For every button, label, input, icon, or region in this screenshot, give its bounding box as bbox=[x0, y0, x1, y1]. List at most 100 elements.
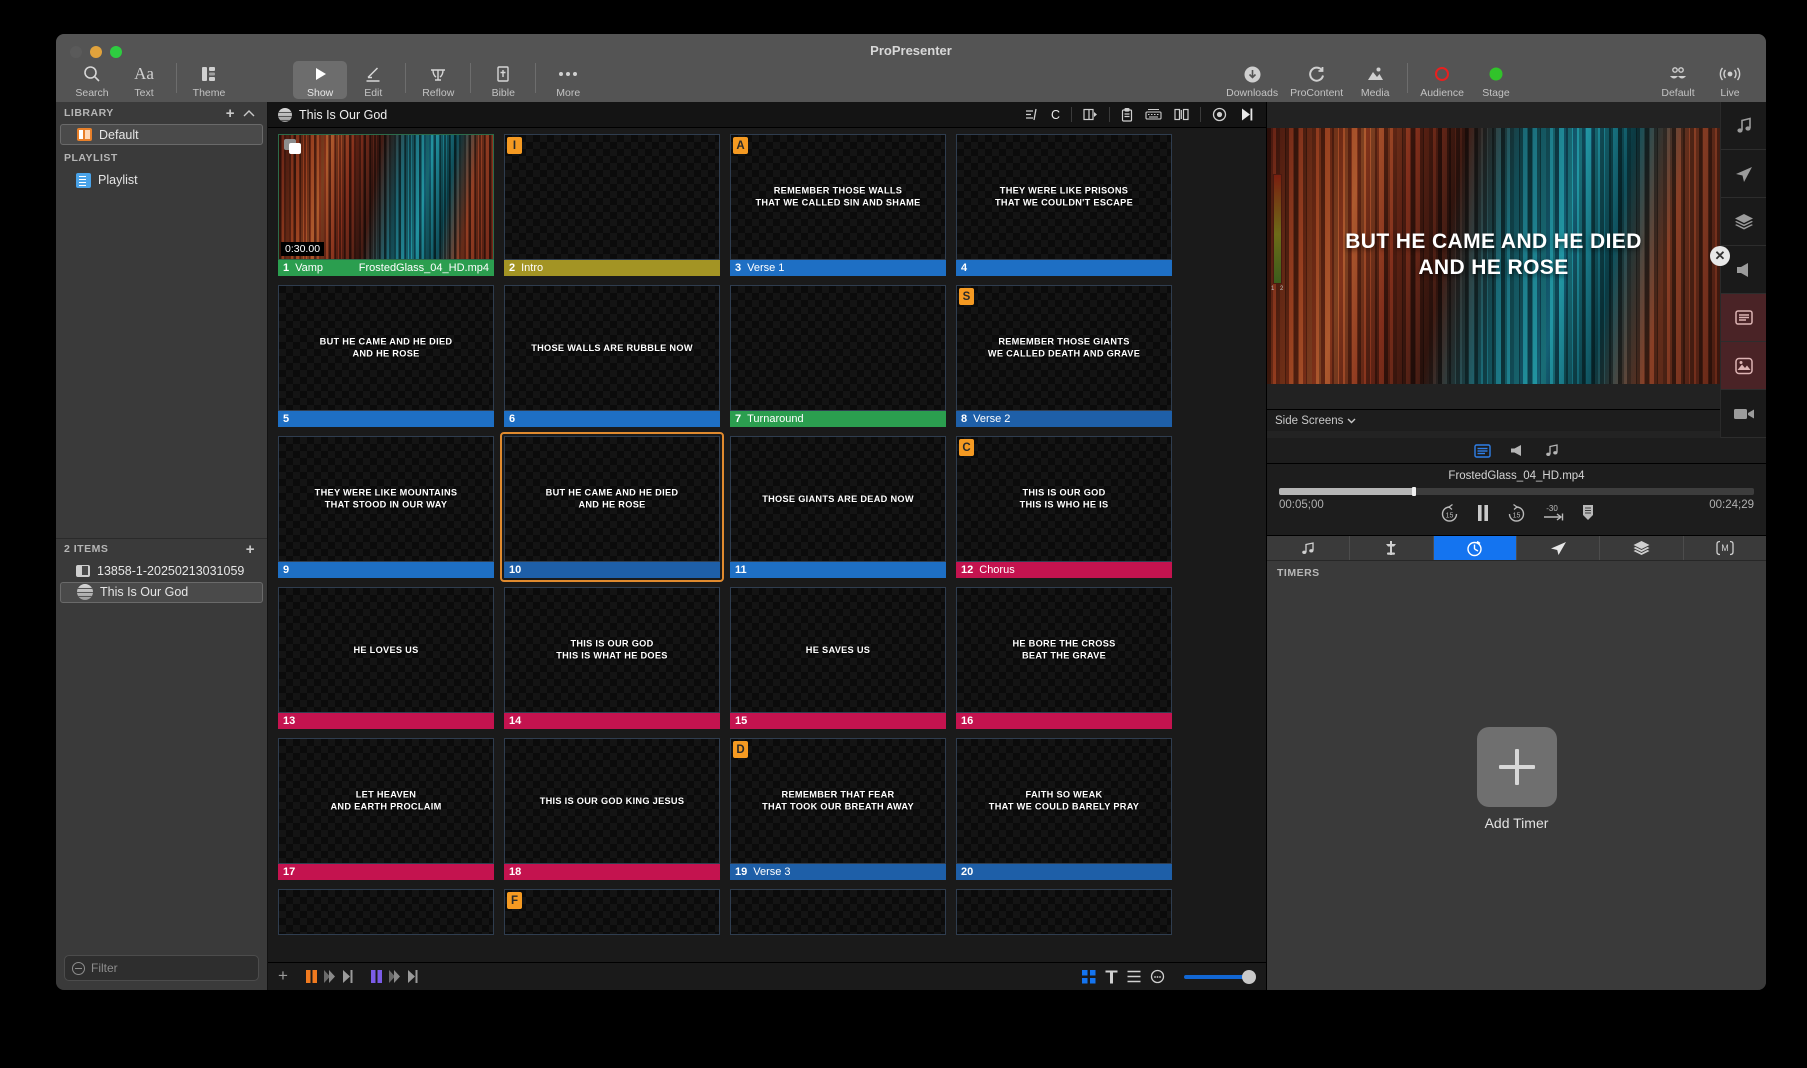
rail-video-button[interactable] bbox=[1721, 390, 1766, 438]
slide-hotkey-badge[interactable]: S bbox=[959, 288, 974, 305]
forward-15-icon[interactable]: 15 bbox=[1506, 503, 1527, 524]
slide-label-bar[interactable]: 19 Verse 3 bbox=[730, 864, 946, 880]
slide-item[interactable]: C THIS IS OUR GOD THIS IS WHO HE IS 12 Choru… bbox=[956, 436, 1172, 578]
slide-item[interactable]: HE BORE THE CROSS BEAT THE GRAVE 16 bbox=[956, 587, 1172, 729]
tab-props[interactable] bbox=[1350, 536, 1434, 560]
compare-icon[interactable] bbox=[1170, 108, 1193, 121]
slide-item[interactable]: THIS IS OUR GOD THIS IS WHAT HE DOES 14 bbox=[504, 587, 720, 729]
slide-item[interactable]: HE SAVES US 15 bbox=[730, 587, 946, 729]
toolbar-search-button[interactable]: Search bbox=[66, 63, 118, 99]
slide-hotkey-badge[interactable]: D bbox=[733, 741, 748, 758]
pause-icon[interactable] bbox=[1475, 504, 1491, 522]
player-playhead[interactable] bbox=[1412, 487, 1416, 496]
add-library-button[interactable]: + bbox=[222, 106, 239, 121]
toolbar-stage-button[interactable]: Stage bbox=[1470, 63, 1522, 99]
purple-loop-icon[interactable] bbox=[387, 969, 402, 984]
toolbar-default-button[interactable]: Default bbox=[1652, 63, 1704, 99]
sidebar-item-default[interactable]: Default bbox=[60, 124, 263, 145]
slide-item[interactable]: FAITH SO WEAK THAT WE COULD BARELY PRAY 20 bbox=[956, 738, 1172, 880]
slide-item[interactable]: 0:30.00 1 Vamp FrostedGlass_04_HD.mp4 bbox=[278, 134, 494, 276]
tab-props-media[interactable] bbox=[1473, 443, 1491, 458]
slide-item[interactable]: 7 Turnaround bbox=[730, 285, 946, 427]
slide-item[interactable] bbox=[278, 889, 494, 935]
toolbar-more-button[interactable]: More bbox=[542, 63, 594, 99]
group-icon[interactable] bbox=[1079, 108, 1102, 121]
toolbar-procontent-button[interactable]: ProContent bbox=[1284, 63, 1349, 99]
slide-item[interactable]: BUT HE CAME AND HE DIED AND HE ROSE 5 bbox=[278, 285, 494, 427]
toolbar-theme-button[interactable]: Theme bbox=[183, 63, 235, 99]
arrangement-label[interactable]: C bbox=[1047, 108, 1064, 122]
slide-label-bar[interactable]: 12 Chorus bbox=[956, 562, 1172, 578]
slide-hotkey-badge[interactable]: C bbox=[959, 439, 974, 456]
purple-pause-icon[interactable] bbox=[369, 969, 384, 984]
rail-media-button[interactable] bbox=[1721, 342, 1766, 390]
rewind-15-icon[interactable]: 15 bbox=[1439, 503, 1460, 524]
slide-item[interactable]: THIS IS OUR GOD KING JESUS 18 bbox=[504, 738, 720, 880]
slide-label-bar[interactable]: 11 bbox=[730, 562, 946, 578]
rail-layers-button[interactable] bbox=[1721, 198, 1766, 246]
tab-layers[interactable] bbox=[1600, 536, 1684, 560]
keyboard-icon[interactable] bbox=[1141, 108, 1166, 121]
zoom-slider[interactable] bbox=[1184, 969, 1256, 984]
live-preview[interactable]: 1 2 BUT HE CAME AND HE DIED AND HE ROSE ✕ bbox=[1267, 102, 1730, 409]
slide-label-bar[interactable]: 18 bbox=[504, 864, 720, 880]
rail-props-button[interactable] bbox=[1721, 294, 1766, 342]
toolbar-show-button[interactable]: Show bbox=[293, 61, 348, 99]
zoom-knob[interactable] bbox=[1242, 969, 1256, 984]
slide-label-bar[interactable]: 16 bbox=[956, 713, 1172, 729]
toolbar-media-button[interactable]: Media bbox=[1349, 63, 1401, 99]
close-icon[interactable]: ✕ bbox=[1710, 245, 1730, 266]
clipboard-icon[interactable] bbox=[1117, 107, 1137, 122]
add-item-button[interactable]: + bbox=[242, 542, 259, 557]
slides-scroll-area[interactable]: 0:30.00 1 Vamp FrostedGlass_04_HD.mp4 I 2 Intr… bbox=[268, 128, 1266, 962]
rail-audio-button[interactable] bbox=[1721, 102, 1766, 150]
slide-item[interactable]: BUT HE CAME AND HE DIED AND HE ROSE 10 bbox=[500, 432, 724, 582]
slide-item[interactable]: F bbox=[504, 889, 720, 935]
orange-pause-icon[interactable] bbox=[304, 969, 319, 984]
tab-announcement-media[interactable] bbox=[1509, 443, 1526, 458]
slide-item[interactable] bbox=[730, 889, 946, 935]
slide-label-bar[interactable]: 3 Verse 1 bbox=[730, 260, 946, 276]
slide-item[interactable]: THOSE WALLS ARE RUBBLE NOW 6 bbox=[504, 285, 720, 427]
slide-item[interactable]: S REMEMBER THOSE GIANTS WE CALLED DEATH AN… bbox=[956, 285, 1172, 427]
slide-label-bar[interactable]: 5 bbox=[278, 411, 494, 427]
slide-label-bar[interactable]: 6 bbox=[504, 411, 720, 427]
purple-next-icon[interactable] bbox=[405, 969, 420, 984]
slide-item[interactable] bbox=[956, 889, 1172, 935]
add-slide-button[interactable]: + bbox=[278, 967, 296, 986]
rail-messages-button[interactable] bbox=[1721, 150, 1766, 198]
toolbar-edit-button[interactable]: Edit bbox=[347, 63, 399, 99]
slide-label-bar[interactable]: 1 Vamp FrostedGlass_04_HD.mp4 bbox=[278, 260, 494, 276]
slide-label-bar[interactable]: 17 bbox=[278, 864, 494, 880]
orange-next-icon[interactable] bbox=[340, 969, 355, 984]
arrangement-icon[interactable] bbox=[1021, 108, 1043, 121]
slide-item[interactable]: THOSE GIANTS ARE DEAD NOW 11 bbox=[730, 436, 946, 578]
slide-item[interactable]: THEY WERE LIKE MOUNTAINS THAT STOOD IN OU… bbox=[278, 436, 494, 578]
text-view-icon[interactable] bbox=[1105, 970, 1118, 984]
grid-view-icon[interactable] bbox=[1082, 969, 1096, 984]
next-icon[interactable] bbox=[1235, 107, 1258, 122]
go-to-minus-30-icon[interactable]: -30 bbox=[1542, 503, 1566, 524]
target-icon[interactable] bbox=[1208, 107, 1231, 122]
slide-item[interactable]: HE LOVES US 13 bbox=[278, 587, 494, 729]
slide-item[interactable]: LET HEAVEN AND EARTH PROCLAIM 17 bbox=[278, 738, 494, 880]
slide-label-bar[interactable]: 7 Turnaround bbox=[730, 411, 946, 427]
slide-label-bar[interactable]: 20 bbox=[956, 864, 1172, 880]
toolbar-reflow-button[interactable]: Reflow bbox=[412, 63, 464, 99]
collapse-library-button[interactable] bbox=[239, 109, 259, 118]
slide-item[interactable]: THEY WERE LIKE PRISONS THAT WE COULDN'T E… bbox=[956, 134, 1172, 276]
slide-item[interactable]: A REMEMBER THOSE WALLS THAT WE CALLED SIN … bbox=[730, 134, 946, 276]
tab-timers[interactable] bbox=[1433, 536, 1517, 560]
slide-hotkey-badge[interactable]: F bbox=[507, 892, 522, 909]
add-timer-button[interactable]: Add Timer bbox=[1267, 567, 1766, 990]
slide-label-bar[interactable]: 10 bbox=[504, 562, 720, 578]
list-item[interactable]: This Is Our God bbox=[60, 581, 263, 603]
filter-input[interactable]: Filter bbox=[64, 955, 259, 981]
slide-label-bar[interactable]: 15 bbox=[730, 713, 946, 729]
options-icon[interactable] bbox=[1150, 969, 1165, 984]
slide-item[interactable]: I 2 Intro bbox=[504, 134, 720, 276]
toolbar-bible-button[interactable]: Bible bbox=[477, 63, 529, 99]
slide-label-bar[interactable]: 4 bbox=[956, 260, 1172, 276]
tab-audio-media[interactable] bbox=[1544, 443, 1560, 458]
orange-loop-icon[interactable] bbox=[322, 969, 337, 984]
